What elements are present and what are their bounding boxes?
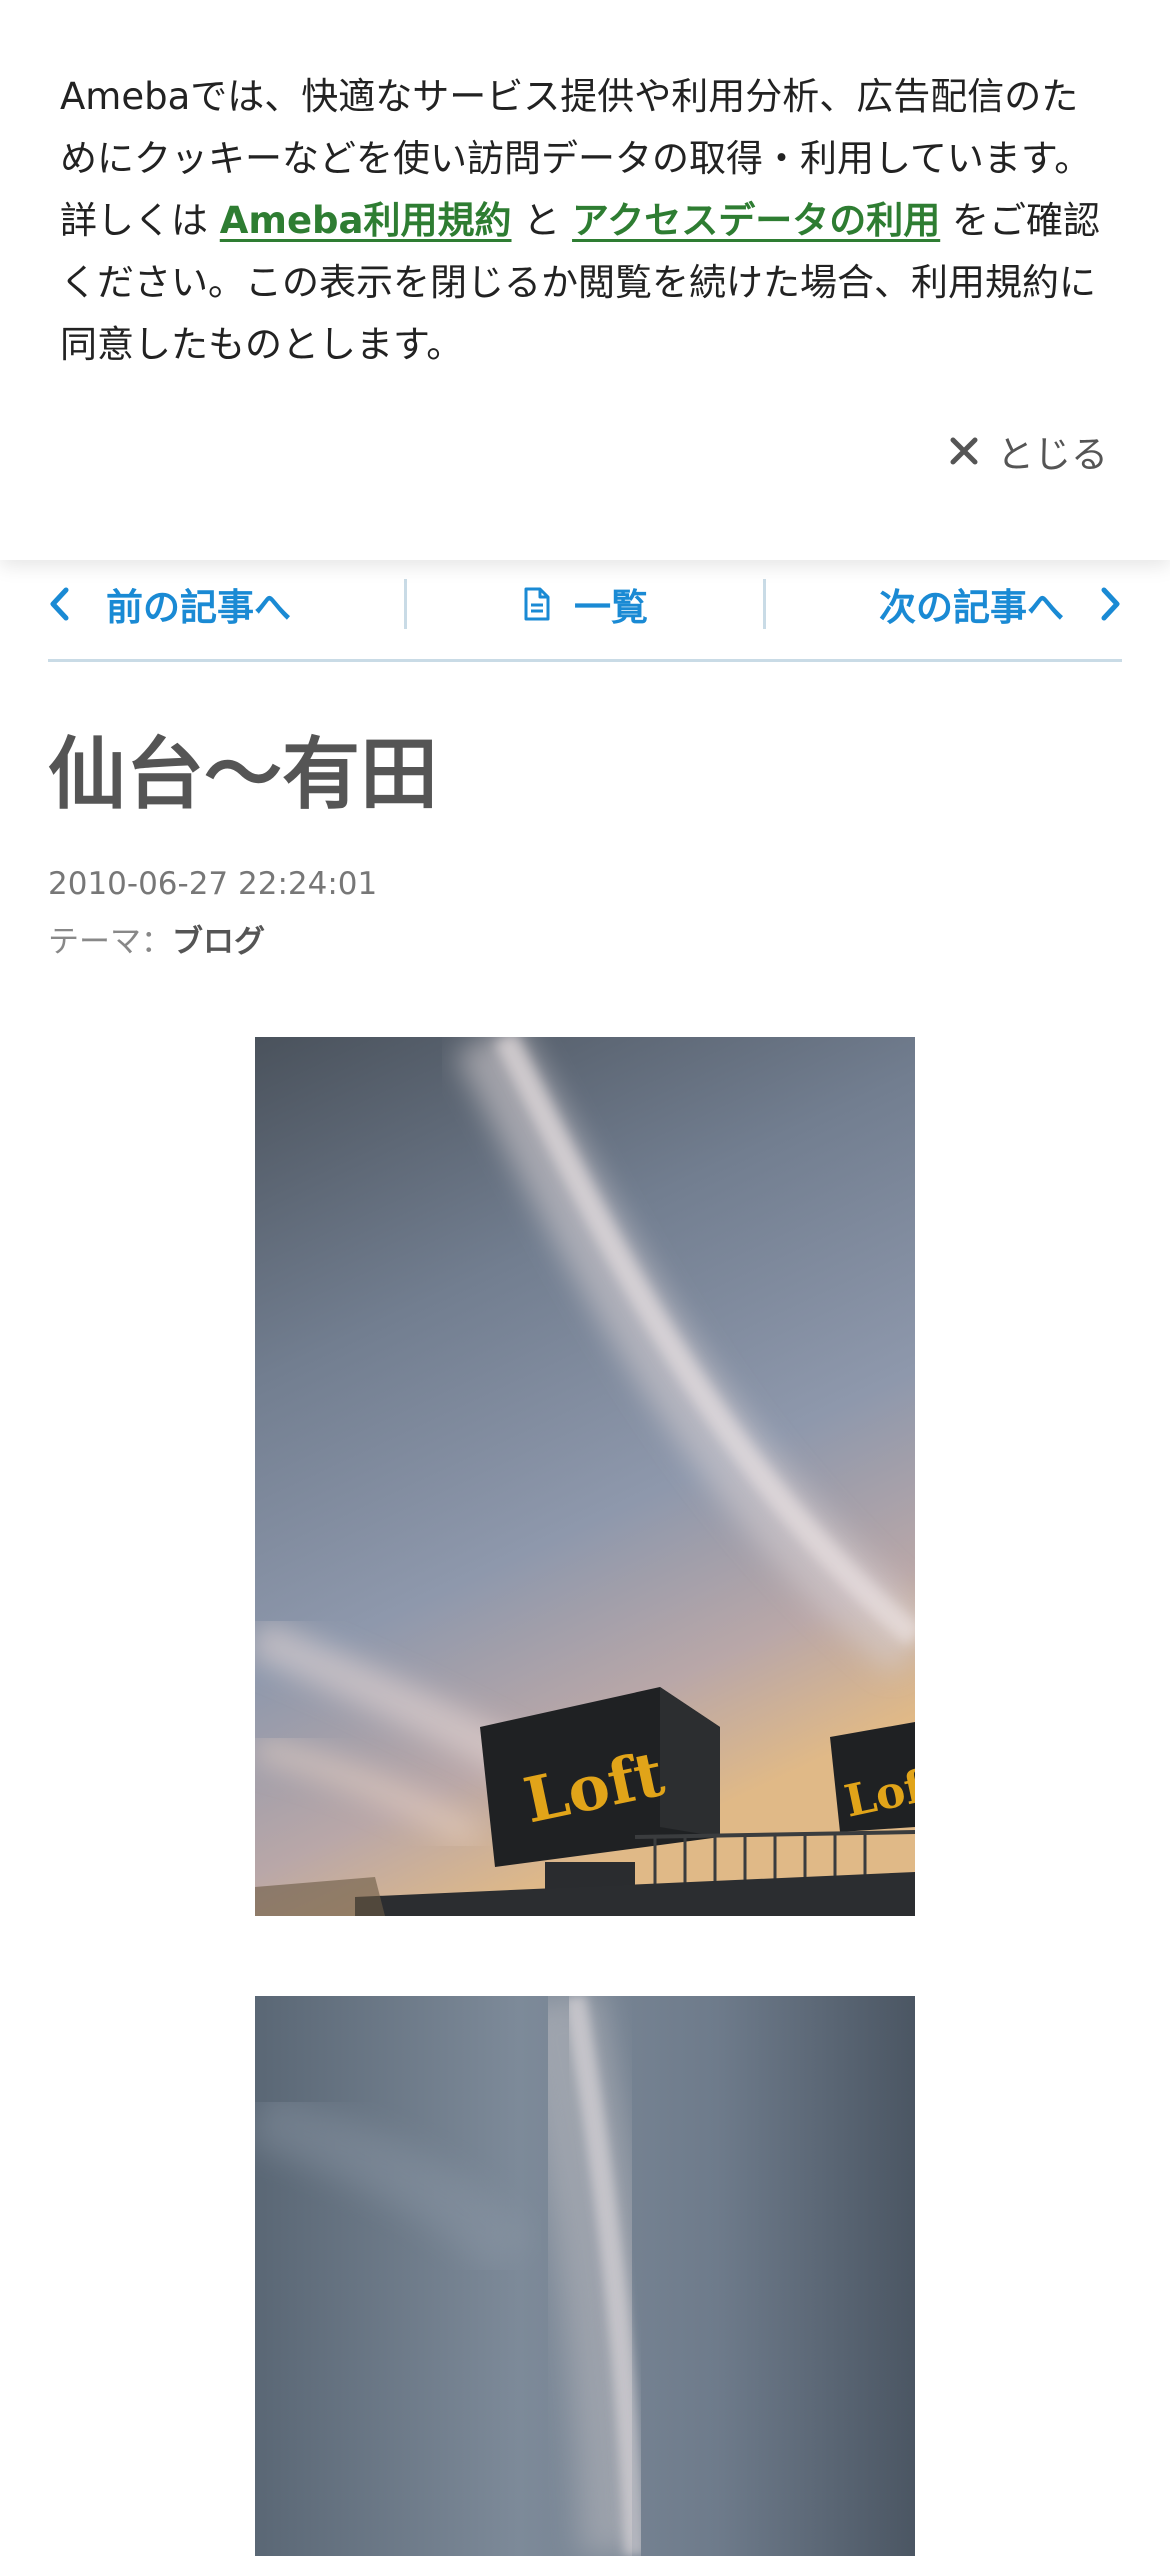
prev-article-link[interactable]: 前の記事へ bbox=[48, 579, 404, 629]
theme-link[interactable]: ブログ bbox=[172, 924, 265, 960]
cookie-consent-text: Amebaでは、快適なサービス提供や利用分析、広告配信のためにクッキーなどを使い… bbox=[60, 66, 1110, 376]
sky-photo bbox=[255, 1996, 915, 2556]
article-list-label: 一覧 bbox=[574, 585, 648, 629]
next-article-link[interactable]: 次の記事へ bbox=[766, 579, 1122, 629]
article-nav: 前の記事へ 一覧 次の記事へ bbox=[48, 548, 1122, 662]
document-icon bbox=[524, 587, 550, 620]
article-photo[interactable]: Loft Loft bbox=[255, 1037, 915, 1916]
access-data-link[interactable]: アクセスデータの利用 bbox=[572, 199, 940, 242]
close-icon bbox=[950, 437, 978, 465]
chevron-right-icon bbox=[1101, 587, 1120, 620]
cookie-consent-banner: Amebaでは、快適なサービス提供や利用分析、広告配信のためにクッキーなどを使い… bbox=[0, 0, 1170, 560]
article-list-link[interactable]: 一覧 bbox=[407, 579, 763, 629]
article-photo[interactable] bbox=[255, 1996, 915, 2556]
prev-article-label: 前の記事へ bbox=[106, 585, 291, 629]
terms-link[interactable]: Ameba利用規約 bbox=[220, 199, 512, 242]
close-label: とじる bbox=[997, 433, 1108, 476]
cookie-text-and: と bbox=[511, 199, 573, 242]
article-title: 仙台〜有田 bbox=[48, 730, 439, 820]
article-date: 2010-06-27 22:24:01 bbox=[48, 866, 378, 902]
theme-label: テーマ： bbox=[48, 924, 172, 960]
sky-photo-with-loft-sign: Loft Loft bbox=[255, 1037, 915, 1916]
close-button[interactable]: とじる bbox=[949, 424, 1108, 478]
next-article-label: 次の記事へ bbox=[879, 585, 1064, 629]
chevron-left-icon bbox=[50, 587, 69, 620]
article-theme: テーマ：ブログ bbox=[48, 916, 265, 961]
